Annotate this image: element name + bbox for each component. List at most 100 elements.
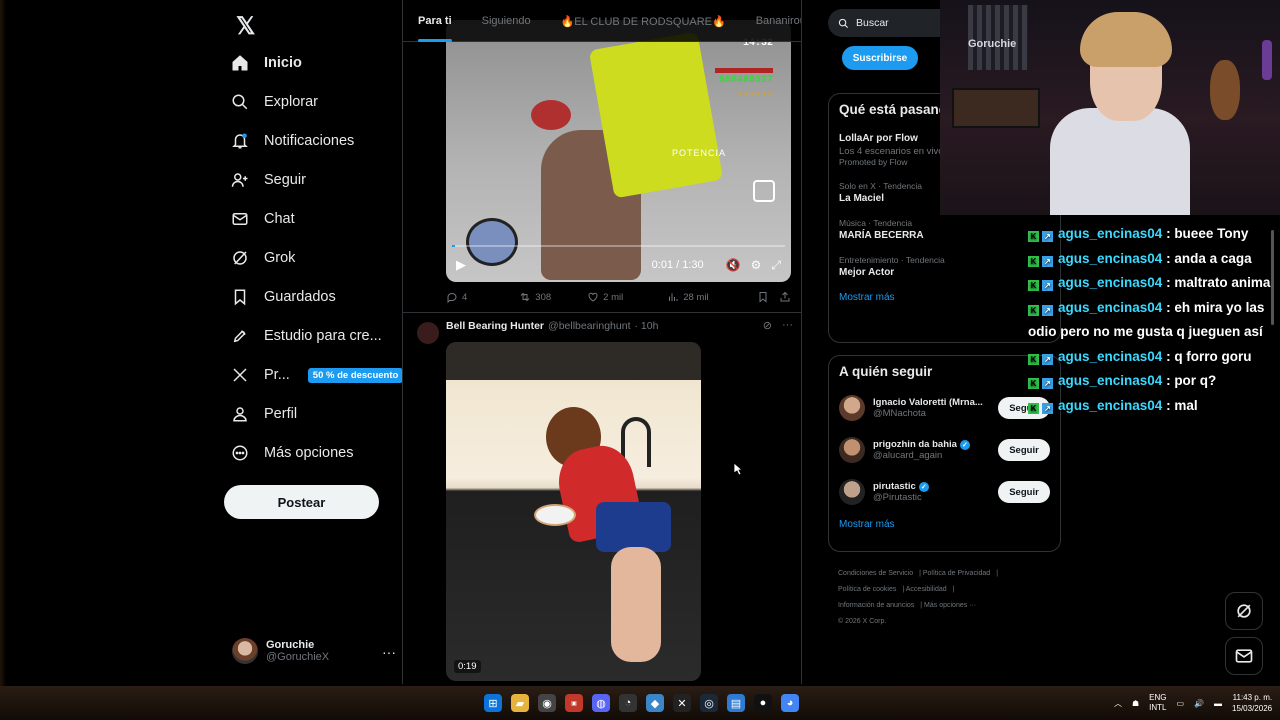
language-indicator[interactable]: ENG INTL	[1149, 693, 1166, 713]
nav-item-bookmarks[interactable]: Guardados	[230, 279, 336, 315]
footer-link[interactable]: Accesibilidad	[906, 586, 947, 593]
mute-icon[interactable]: 🔇	[726, 258, 741, 272]
show-more-link[interactable]: Mostrar más	[829, 292, 1060, 303]
settings-icon[interactable]: ⚙	[751, 258, 762, 272]
video-frame-shorts	[596, 502, 671, 552]
picture-in-picture-icon[interactable]	[753, 180, 775, 202]
grok-icon	[1237, 604, 1251, 618]
repost-button[interactable]: 308	[519, 291, 551, 303]
chat-username: agus_encinas04	[1058, 397, 1163, 413]
file-explorer-icon[interactable]: ▰	[511, 694, 529, 712]
views-button[interactable]: 28 mil	[667, 291, 709, 303]
more-icon[interactable]: ···	[782, 319, 793, 332]
tweet-author-name[interactable]: Bell Bearing Hunter	[446, 320, 544, 332]
share-button[interactable]	[779, 291, 791, 303]
footer-link[interactable]: Política de Privacidad	[923, 570, 990, 577]
nav-item-more[interactable]: Más opciones	[230, 435, 353, 471]
grok-icon[interactable]: ⊘	[763, 319, 772, 332]
grok-floating-button[interactable]	[1225, 592, 1263, 630]
tweet-time[interactable]: · 10h	[635, 320, 659, 332]
app-icon[interactable]: ▣	[565, 694, 583, 712]
play-icon[interactable]: ▶	[456, 257, 466, 273]
chat-text: q forro goru	[1174, 348, 1252, 364]
app-icon[interactable]: ◔	[619, 694, 637, 712]
windows-start-icon[interactable]: ⊞	[484, 694, 502, 712]
footer-link[interactable]: Más opciones ···	[924, 602, 976, 609]
nav-item-explore[interactable]: Explorar	[230, 84, 318, 120]
trend-item[interactable]: Entretenimiento · Tendencia Mejor Actor	[829, 255, 1060, 278]
chrome-icon[interactable]: ◕	[781, 694, 799, 712]
windows-taskbar: ⊞ ▰ ◉ ▣ ◍ ◔ ◆ ✕ ◎ ▤ ● ◕ ︿ ☗ ENG INTL ▭ 🔊 …	[0, 686, 1280, 720]
app-icon[interactable]: ◆	[646, 694, 664, 712]
nav-item-chat[interactable]: Chat	[230, 201, 295, 237]
obs-icon[interactable]: ◉	[538, 694, 556, 712]
account-switcher[interactable]: Goruchie @GoruchieX ···	[232, 638, 396, 664]
tweet-author-handle[interactable]: @bellbearinghunt	[548, 320, 630, 332]
tweet-video-player[interactable]: 0:19	[446, 342, 701, 681]
fullscreen-icon[interactable]: ⤢	[771, 258, 781, 273]
nav-label: Seguir	[264, 172, 306, 188]
tab-club-rodsquare[interactable]: 🔥EL CLUB DE RODSQUARE🔥	[546, 0, 741, 42]
video-frame-legs	[611, 547, 661, 662]
avatar	[839, 437, 865, 463]
bell-icon	[230, 131, 250, 151]
chevron-up-icon[interactable]: ︿	[1114, 698, 1122, 709]
reply-button[interactable]: 4	[446, 291, 467, 303]
more-icon[interactable]: ···	[382, 644, 396, 660]
steam-icon[interactable]: ◎	[700, 694, 718, 712]
person-icon	[230, 404, 250, 424]
app-icon[interactable]: ●	[754, 694, 772, 712]
tab-following[interactable]: Siguiendo	[467, 0, 546, 42]
tab-for-you[interactable]: Para ti	[403, 0, 467, 42]
footer-link[interactable]: Información de anuncios	[838, 602, 914, 609]
trend-item[interactable]: Música · Tendencia MARÍA BECERRA	[829, 218, 1060, 241]
nav-item-notifications[interactable]: Notificaciones	[230, 123, 354, 159]
app-tray-icon[interactable]: ☗	[1132, 699, 1139, 708]
app-icon[interactable]: ✕	[673, 694, 691, 712]
chat-message: K ↗ agus_encinas04 : eh mira yo las odio p…	[1028, 299, 1265, 339]
follow-suggestion[interactable]: prigozhin da bahia ✓ @alucard_again Segui…	[829, 429, 1060, 471]
messages-floating-button[interactable]	[1225, 637, 1263, 675]
subscribe-button[interactable]: Suscribirse	[842, 46, 918, 70]
timeline: Para ti Siguiendo 🔥EL CLUB DE RODSQUARE🔥…	[402, 0, 802, 684]
post-button[interactable]: Postear	[224, 485, 379, 519]
tweet-actions: 4 308 2 mil 28 mil	[446, 290, 791, 304]
x-logo-icon[interactable]: 𝕏	[236, 12, 255, 41]
clock[interactable]: 11:43 p. m. 15/03/2026	[1232, 692, 1272, 714]
suggestion-handle: @MNachota	[873, 408, 926, 419]
show-more-link[interactable]: Mostrar más	[829, 519, 1060, 530]
follow-button[interactable]: Seguir	[998, 439, 1050, 461]
nav-label: Grok	[264, 250, 296, 266]
network-icon[interactable]: ▭	[1177, 699, 1185, 708]
footer-link[interactable]: Condiciones de Servicio	[838, 570, 913, 577]
nav-label: Pr...	[264, 367, 290, 383]
volume-icon[interactable]: 🔊	[1194, 699, 1204, 708]
search-placeholder: Buscar	[856, 17, 889, 29]
follow-button[interactable]: Seguir	[998, 481, 1050, 503]
app-icon[interactable]: ▤	[727, 694, 745, 712]
nav-item-creator-studio[interactable]: Estudio para cre...	[230, 318, 382, 354]
nav-item-premium[interactable]: Pr... 50 % de descuento	[230, 357, 404, 393]
avatar[interactable]	[417, 322, 439, 344]
trend-name: MARÍA BECERRA	[839, 230, 924, 241]
tab-bananirou[interactable]: Bananirou	[741, 0, 801, 42]
nav-item-grok[interactable]: Grok	[230, 240, 295, 276]
footer-link[interactable]: Política de cookies	[838, 586, 896, 593]
like-button[interactable]: 2 mil	[587, 291, 623, 303]
video-frame-cabinet	[446, 342, 701, 380]
sub-badge-icon: ↗	[1042, 378, 1053, 389]
bookmark-button[interactable]	[757, 291, 769, 303]
nav-label: Estudio para cre...	[264, 328, 382, 344]
nav-item-home[interactable]: Inicio	[230, 45, 302, 81]
share-icon	[780, 291, 790, 302]
follow-suggestion[interactable]: pirutastic ✓ @Pirutastic Seguir	[829, 471, 1060, 513]
follow-suggestion[interactable]: Ignacio Valoretti (Mrna... @MNachota Seg…	[829, 387, 1060, 429]
nav-item-profile[interactable]: Perfil	[230, 396, 297, 432]
discord-icon[interactable]: ◍	[592, 694, 610, 712]
chat-scrollbar[interactable]	[1271, 230, 1274, 325]
nav-label: Chat	[264, 211, 295, 227]
nav-item-follow[interactable]: Seguir	[230, 162, 306, 198]
video-progress-bar[interactable]	[452, 245, 785, 247]
battery-icon[interactable]: ▬	[1214, 699, 1222, 708]
tweet-video-player[interactable]: 14:32 $08489327 ★★★★★★ POTENCIA ▶ 0:01 /…	[446, 20, 791, 282]
